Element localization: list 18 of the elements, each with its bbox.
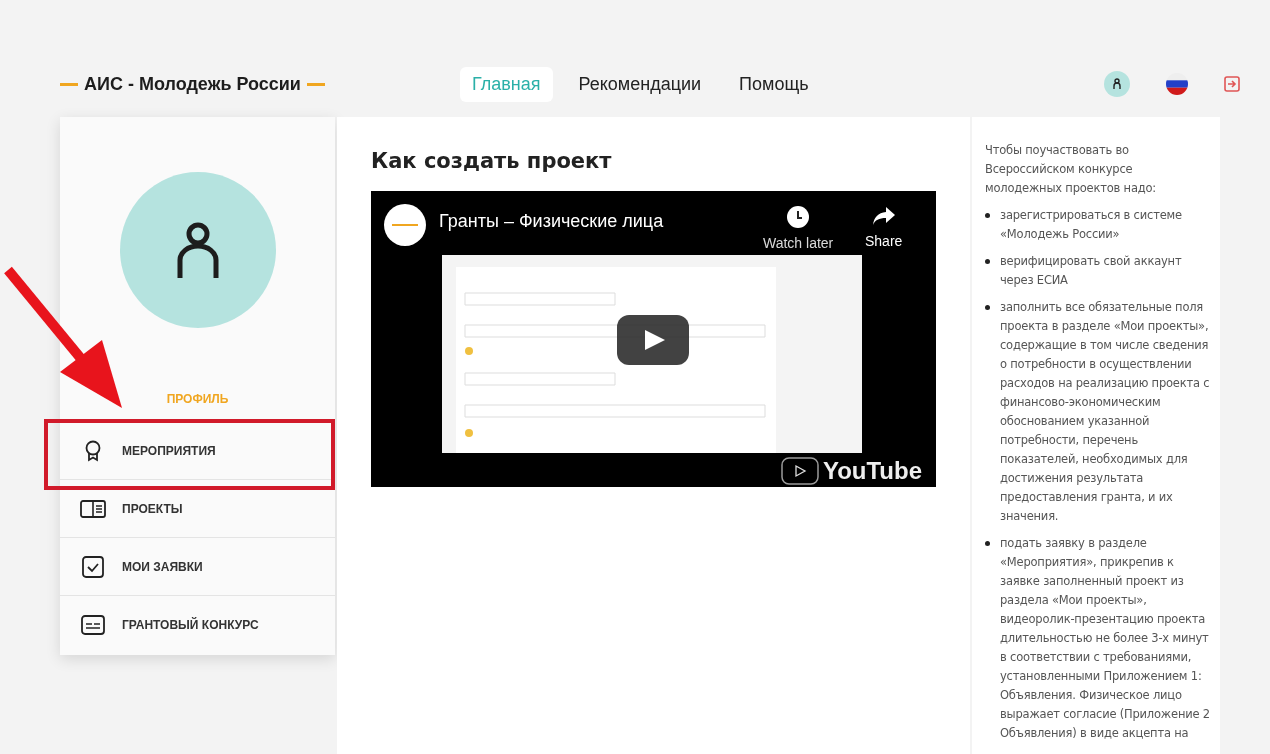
menu-item[interactable]: ГРАНТОВЫЙ КОНКУРС [60,596,335,654]
page-title: Как создать проект [371,149,613,173]
video-title[interactable]: Гранты – Физические лица [439,211,664,232]
youtube-wordmark[interactable]: YouTube [822,457,922,485]
watch-later-label[interactable]: Watch later [763,235,834,251]
step-text: верифицировать свой аккаунт через ЕСИА [1000,253,1183,289]
menu-item[interactable]: ПРОЕКТЫ [60,480,335,538]
step-text: подать заявку в разделе «Мероприятия», прикрепив к заявке заполненный проект из раздела «Мои проекты», видеоролик-презентацию проекта длительностью не более 3-х минут в соответствии с требованиями, установленными Приложением 1: Объявления. Физическое лицо выражает согласие (Приложение 2 Объявления) в виде акцепта на [1000,535,1210,742]
site-logo[interactable]: АИС - Молодежь России [84,73,301,95]
nav-tab[interactable]: Рекомендации [566,66,714,102]
nav-tab[interactable]: Помощь [727,66,821,102]
step-text: заполнить все обязательные поля проекта в разделе «Мои проекты», содержащие в том числе сведения о потребности в осуществлении расходов на реализацию проекта с финансово-экономическим обоснованием указанной потребности, перечень показателей, необходимых для достижения результата предоставления гранта, и их значения. [1000,299,1210,525]
intro-text: Чтобы поучаствовать во Всероссийском конкурсе молодежных проектов надо: [985,142,1157,197]
step-text: зарегистрироваться в системе «Молодежь России» [1000,207,1183,243]
menu-item[interactable]: МОИ ЗАЯВКИ [60,538,335,596]
share-label[interactable]: Share [865,233,903,249]
video-player[interactable]: Гранты – Физические лица Watch later Share YouTube [371,191,936,487]
menu-item[interactable]: МЕРОПРИЯТИЯ [60,422,335,480]
